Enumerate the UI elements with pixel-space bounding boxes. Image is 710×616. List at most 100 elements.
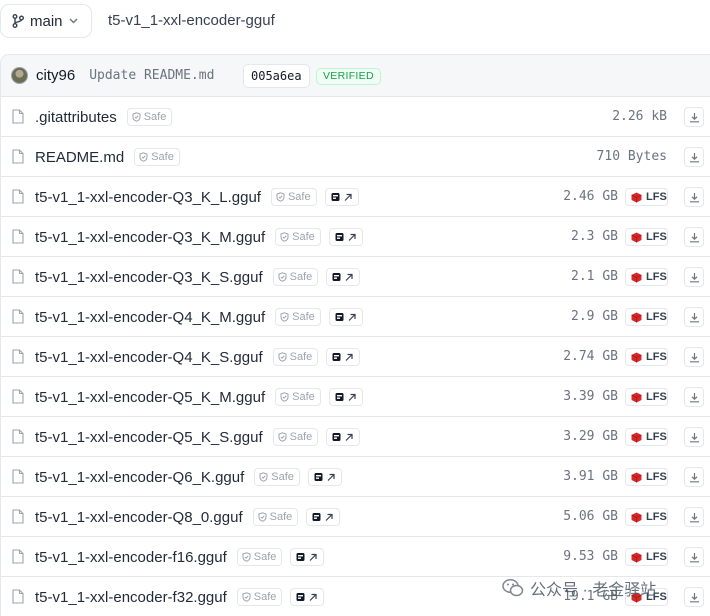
open-in-viewer-button[interactable]	[326, 348, 361, 366]
lfs-badge[interactable]: LFS	[625, 428, 668, 446]
open-in-viewer-button[interactable]	[307, 468, 342, 486]
branch-selector-button[interactable]: main	[0, 4, 92, 38]
file-row[interactable]: t5-v1_1-xxl-encoder-f16.gguf Safe 9.53 GB L…	[1, 537, 710, 577]
commit-hash[interactable]: 005a6ea	[243, 64, 310, 88]
download-button[interactable]	[684, 387, 704, 407]
lfs-badge[interactable]: LFS	[625, 508, 668, 526]
file-name-link[interactable]: README.md	[35, 149, 124, 166]
safe-badge[interactable]: Safe	[272, 268, 319, 286]
lfs-badge[interactable]: LFS	[625, 548, 668, 566]
file-name-link[interactable]: t5-v1_1-xxl-encoder-Q8_0.gguf	[35, 509, 243, 526]
safe-badge[interactable]: Safe	[236, 548, 283, 566]
file-row[interactable]: t5-v1_1-xxl-encoder-Q5_K_S.gguf Safe 3.29 …	[1, 417, 710, 457]
commit-message[interactable]: Update README.md	[89, 68, 214, 83]
safe-badge[interactable]: Safe	[272, 428, 319, 446]
file-row[interactable]: t5-v1_1-xxl-encoder-Q3_K_M.gguf Safe 2.3 G…	[1, 217, 710, 257]
open-in-viewer-button[interactable]	[324, 188, 359, 206]
download-icon	[689, 512, 700, 523]
lfs-badge[interactable]: LFS	[625, 468, 668, 486]
download-button[interactable]	[684, 187, 704, 207]
file-name-link[interactable]: .gitattributes	[35, 109, 117, 126]
download-button[interactable]	[684, 427, 704, 447]
lfs-cube-icon	[631, 352, 642, 363]
file-name-link[interactable]: t5-v1_1-xxl-encoder-Q4_K_S.gguf	[35, 349, 263, 366]
download-button[interactable]	[684, 467, 704, 487]
open-in-viewer-button[interactable]	[328, 388, 363, 406]
safe-badge[interactable]: Safe	[134, 148, 180, 166]
file-size: 2.9 GB	[571, 309, 618, 324]
file-size: 3.29 GB	[563, 429, 618, 444]
safe-badge[interactable]: Safe	[126, 108, 173, 126]
file-icon	[12, 429, 24, 449]
commit-author[interactable]: city96	[36, 67, 75, 84]
lfs-badge[interactable]: LFS	[625, 188, 668, 206]
file-name-link[interactable]: t5-v1_1-xxl-encoder-Q6_K.gguf	[35, 469, 244, 486]
safe-badge[interactable]: Safe	[236, 588, 283, 606]
branch-label: main	[30, 12, 63, 30]
safe-badge[interactable]: Safe	[275, 308, 321, 326]
avatar[interactable]	[11, 67, 28, 84]
open-in-viewer-button[interactable]	[290, 548, 325, 566]
download-button[interactable]	[684, 587, 704, 607]
file-row[interactable]: t5-v1_1-xxl-encoder-Q6_K.gguf Safe 3.91 GB…	[1, 457, 710, 497]
safe-badge-label: Safe	[269, 511, 293, 523]
file-name-group: t5-v1_1-xxl-encoder-Q8_0.gguf Safe	[35, 497, 341, 537]
file-name-link[interactable]: t5-v1_1-xxl-encoder-Q4_K_M.gguf	[35, 309, 265, 326]
open-in-viewer-button[interactable]	[326, 428, 361, 446]
file-name-link[interactable]: t5-v1_1-xxl-encoder-f32.gguf	[35, 589, 227, 606]
download-icon	[689, 192, 700, 203]
safe-badge[interactable]: Safe	[272, 348, 319, 366]
download-button[interactable]	[684, 147, 704, 167]
shield-check-icon	[132, 112, 141, 122]
file-size: 3.91 GB	[563, 469, 618, 484]
shield-check-icon	[139, 152, 148, 162]
safe-badge[interactable]: Safe	[270, 188, 317, 206]
file-row[interactable]: README.md Safe 710 Bytes	[1, 137, 710, 177]
lfs-badge[interactable]: LFS	[625, 348, 668, 366]
file-name-link[interactable]: t5-v1_1-xxl-encoder-Q3_K_L.gguf	[35, 189, 261, 206]
safe-badge-label: Safe	[287, 191, 311, 203]
file-row[interactable]: t5-v1_1-xxl-encoder-Q4_K_M.gguf Safe 2.9 G…	[1, 297, 710, 337]
open-in-viewer-button[interactable]	[290, 588, 325, 606]
external-link-icon	[312, 512, 334, 522]
lfs-badge[interactable]: LFS	[625, 308, 668, 326]
file-row[interactable]: t5-v1_1-xxl-encoder-Q4_K_S.gguf Safe 2.74 …	[1, 337, 710, 377]
shield-check-icon	[258, 512, 267, 522]
open-in-viewer-button[interactable]	[328, 308, 363, 326]
open-in-viewer-button[interactable]	[328, 228, 363, 246]
safe-badge[interactable]: Safe	[254, 468, 300, 486]
open-in-viewer-button[interactable]	[306, 508, 341, 526]
lfs-badge[interactable]: LFS	[625, 268, 668, 286]
safe-badge[interactable]: Safe	[275, 388, 321, 406]
file-row[interactable]: t5-v1_1-xxl-encoder-Q3_K_L.gguf Safe 2.46 …	[1, 177, 710, 217]
lfs-badge[interactable]: LFS	[625, 388, 668, 406]
download-button[interactable]	[684, 267, 704, 287]
file-name-group: t5-v1_1-xxl-encoder-Q4_K_S.gguf Safe	[35, 337, 361, 377]
file-row[interactable]: .gitattributes Safe 2.26 kB	[1, 97, 710, 137]
file-name-group: README.md Safe	[35, 137, 180, 177]
open-in-viewer-button[interactable]	[326, 268, 361, 286]
download-button[interactable]	[684, 107, 704, 127]
file-row[interactable]: t5-v1_1-xxl-encoder-Q5_K_M.gguf Safe 3.39 …	[1, 377, 710, 417]
file-name-link[interactable]: t5-v1_1-xxl-encoder-Q5_K_S.gguf	[35, 429, 263, 446]
file-row[interactable]: t5-v1_1-xxl-encoder-Q3_K_S.gguf Safe 2.1 G…	[1, 257, 710, 297]
file-name-link[interactable]: t5-v1_1-xxl-encoder-f16.gguf	[35, 549, 227, 566]
wechat-icon	[502, 578, 524, 597]
download-button[interactable]	[684, 227, 704, 247]
lfs-badge[interactable]: LFS	[625, 228, 668, 246]
safe-badge[interactable]: Safe	[275, 228, 321, 246]
lfs-badge-label: LFS	[646, 191, 667, 203]
safe-badge-label: Safe	[289, 431, 313, 443]
download-button[interactable]	[684, 507, 704, 527]
download-button[interactable]	[684, 347, 704, 367]
download-icon	[689, 472, 700, 483]
lfs-badge-label: LFS	[646, 471, 667, 483]
file-name-link[interactable]: t5-v1_1-xxl-encoder-Q3_K_M.gguf	[35, 229, 265, 246]
download-button[interactable]	[684, 547, 704, 567]
safe-badge[interactable]: Safe	[252, 508, 299, 526]
lfs-badge-label: LFS	[646, 231, 667, 243]
file-name-link[interactable]: t5-v1_1-xxl-encoder-Q5_K_M.gguf	[35, 389, 265, 406]
file-row[interactable]: t5-v1_1-xxl-encoder-Q8_0.gguf Safe 5.06 GB…	[1, 497, 710, 537]
file-name-link[interactable]: t5-v1_1-xxl-encoder-Q3_K_S.gguf	[35, 269, 263, 286]
download-button[interactable]	[684, 307, 704, 327]
